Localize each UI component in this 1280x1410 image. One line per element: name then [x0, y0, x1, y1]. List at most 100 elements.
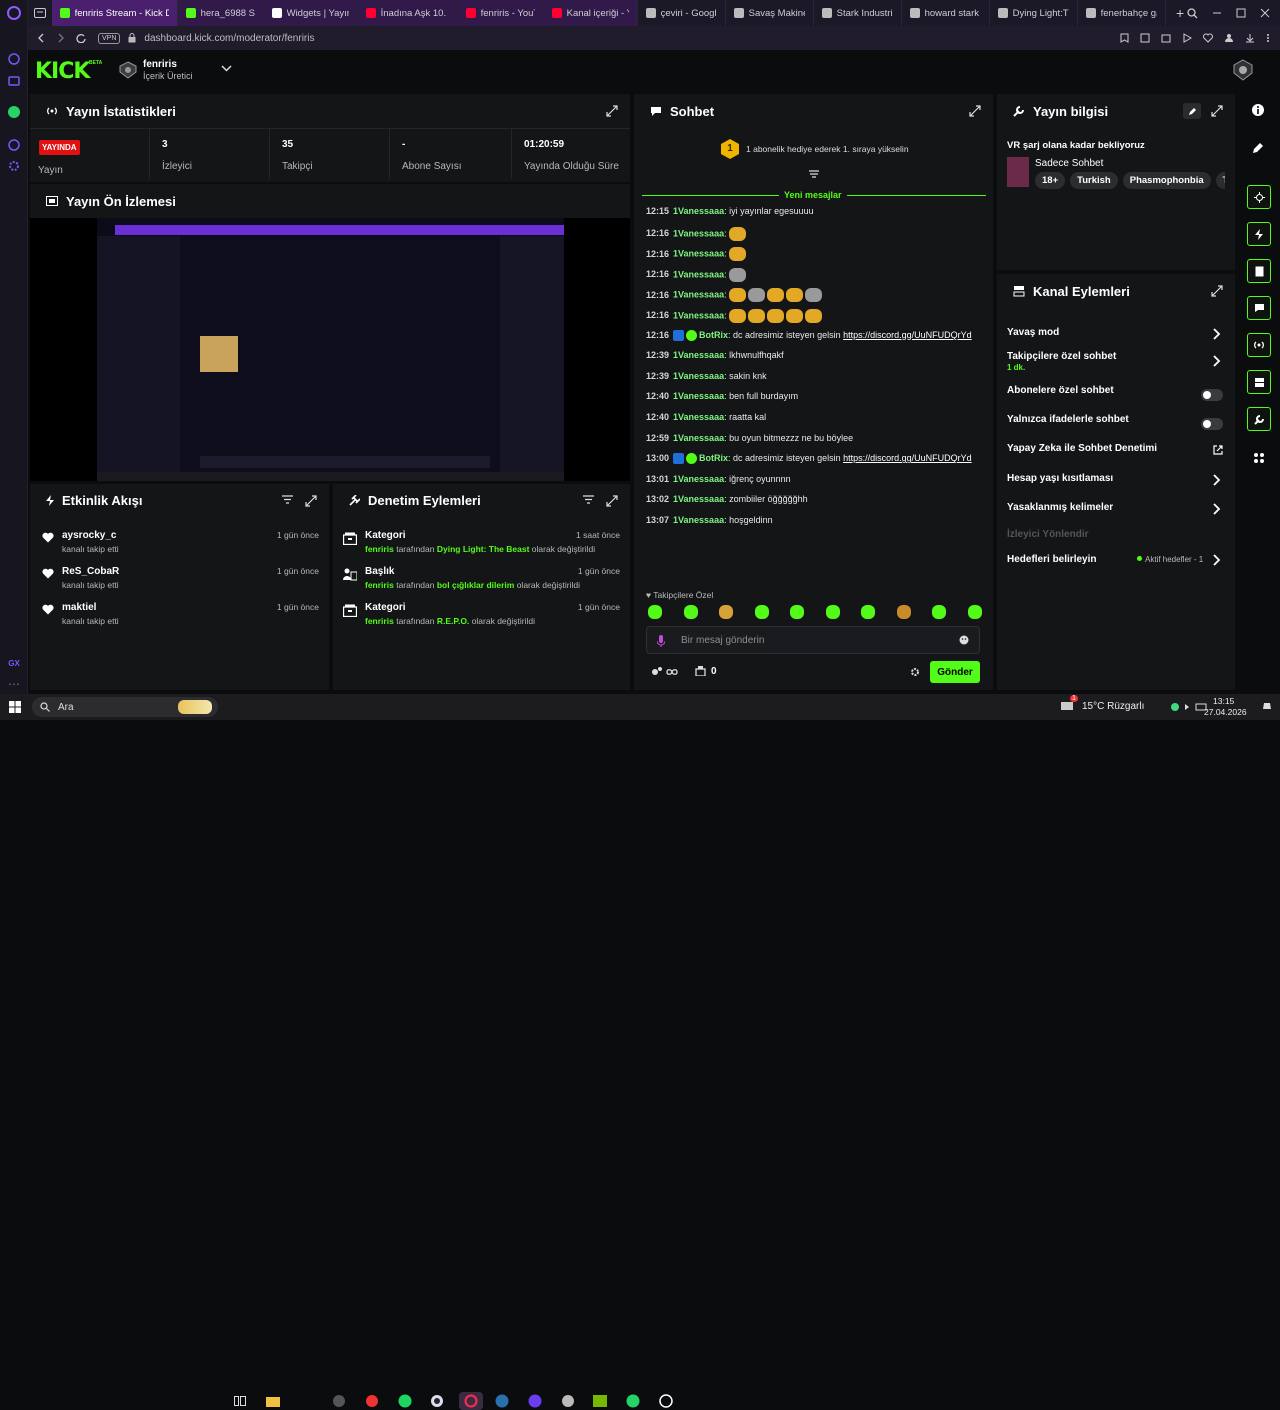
chat-message[interactable]: 12:16 1Vanessaaa: — [646, 226, 748, 241]
snapshot-icon[interactable] — [1161, 33, 1171, 43]
emote-icon[interactable] — [648, 605, 662, 619]
gx-label-icon[interactable]: GX — [6, 655, 22, 671]
browser-tab[interactable]: fenerbahçe gal — [1078, 0, 1166, 26]
aria-icon[interactable] — [6, 51, 22, 67]
activity-item[interactable]: maktiel kanalı takip etti 1 gün önce — [30, 598, 329, 634]
chat-input[interactable]: Bir mesaj gönderin — [646, 626, 980, 654]
chat-username[interactable]: 1Vanessaaa — [673, 371, 724, 381]
new-tab-button[interactable]: + — [1173, 5, 1187, 21]
browser-tab[interactable]: Savaş Makinel — [726, 0, 814, 26]
moderation-user[interactable]: fenriris — [365, 580, 394, 590]
emote-icon[interactable] — [825, 605, 840, 619]
chat-message[interactable]: 12:59 1Vanessaaa: bu oyun bitmezzz ne bu … — [646, 433, 853, 443]
chat-link[interactable]: https://discord.gg/UuNFUDQrYd — [843, 453, 972, 463]
search-tabs-icon[interactable] — [1187, 7, 1198, 19]
minimize-icon[interactable] — [1212, 8, 1222, 18]
spotify-icon[interactable] — [396, 1392, 414, 1410]
browser-tab[interactable]: fenriris - YouTu — [457, 0, 544, 26]
clock-date[interactable]: 27.04.2026 — [1204, 707, 1247, 717]
player-icon[interactable] — [1182, 33, 1192, 43]
filter-icon[interactable] — [282, 495, 293, 504]
kick-logo[interactable]: KICK — [35, 59, 90, 84]
taskbar-search[interactable]: Ara — [32, 697, 218, 717]
opera-gx-icon[interactable] — [459, 1392, 483, 1410]
start-windows-icon[interactable] — [9, 701, 21, 713]
chat-username[interactable]: 1Vanessaaa — [673, 494, 724, 504]
emote-icon[interactable] — [790, 605, 805, 619]
app-icon[interactable] — [428, 1392, 446, 1410]
chat-username[interactable]: 1Vanessaaa — [673, 474, 724, 484]
chat-message[interactable]: 13:00 BotRix: dc adresimiz isteyen gelsin… — [646, 453, 972, 465]
tag-pill[interactable]: 18+ — [1035, 172, 1066, 189]
opera-logo-icon[interactable] — [6, 5, 22, 21]
tool-add-widget-icon[interactable] — [1253, 452, 1265, 464]
expand-icon[interactable] — [1211, 105, 1223, 117]
tool-chat-icon[interactable] — [1247, 296, 1271, 320]
chat-message[interactable]: 13:02 1Vanessaaa: zombiiler öğğğğğhh — [646, 494, 808, 504]
weather-text[interactable]: 15°C Rüzgarlı — [1082, 701, 1144, 712]
activity-user[interactable]: maktiel — [62, 602, 96, 613]
inventory-icon[interactable] — [695, 665, 706, 676]
chat-username[interactable]: 1Vanessaaa — [673, 310, 724, 320]
emote-icon[interactable] — [861, 605, 876, 619]
clock-time[interactable]: 13:15 — [1213, 696, 1234, 706]
emote-icon[interactable] — [683, 605, 698, 619]
tag-pill[interactable]: Phasmophonbia — [1122, 172, 1211, 189]
info-icon[interactable] — [1252, 104, 1264, 116]
chat-username[interactable]: BotRix — [699, 453, 728, 463]
browser-tab[interactable]: İnadına Aşk 10. — [357, 0, 458, 26]
stream-preview-video[interactable] — [30, 218, 630, 481]
download-icon[interactable] — [1245, 33, 1255, 43]
pencil-icon[interactable] — [1252, 142, 1264, 154]
emote-icon[interactable] — [967, 605, 982, 619]
channel-switch-chevron-down-icon[interactable] — [221, 65, 232, 72]
history-icon[interactable] — [6, 137, 22, 153]
nvidia-icon[interactable] — [591, 1392, 609, 1410]
chat-username[interactable]: 1Vanessaaa — [673, 412, 724, 422]
chevron-right-icon[interactable] — [1213, 503, 1223, 515]
chat-username[interactable]: 1Vanessaaa — [673, 433, 724, 443]
chat-message[interactable]: 13:07 1Vanessaaa: hoşgeldinn — [646, 515, 773, 525]
chat-message[interactable]: 12:40 1Vanessaaa: raatta kal — [646, 412, 766, 422]
browser-tab[interactable]: Kanal içeriği - Y — [543, 0, 638, 26]
browser-tab[interactable]: fenriris Stream - Kick Dash — [51, 0, 178, 26]
channel-action-item[interactable]: Yapay Zeka ile Sohbet Denetimi — [1007, 443, 1223, 465]
whatsapp-icon[interactable] — [6, 104, 22, 120]
app-icon[interactable] — [330, 1392, 348, 1410]
maximize-icon[interactable] — [1236, 8, 1246, 18]
chat-message[interactable]: 12:16 1Vanessaaa: — [646, 247, 748, 262]
chat-message[interactable]: 13:01 1Vanessaaa: iğrenç oyunnnn — [646, 474, 791, 484]
moderation-user[interactable]: fenriris — [365, 616, 394, 626]
chat-message[interactable]: 12:16 BotRix: dc adresimiz isteyen gelsin… — [646, 330, 972, 341]
filter-icon[interactable] — [583, 495, 594, 504]
url-text[interactable]: dashboard.kick.com/moderator/fenriris — [144, 33, 314, 44]
channel-action-item[interactable]: Yasaklanmış kelimeler — [1007, 502, 1223, 524]
chat-message[interactable]: 12:39 1Vanessaaa: lkhwnulfhqakf — [646, 350, 784, 360]
tool-crosshair-icon[interactable] — [1247, 185, 1271, 209]
app-icon[interactable] — [559, 1392, 577, 1410]
browser-tab[interactable]: Dying Light:The — [990, 0, 1078, 26]
bookmark-icon[interactable] — [1120, 33, 1129, 43]
goals-chevron-right-icon[interactable] — [1213, 554, 1221, 566]
browser-tab[interactable]: Widgets | Yayın — [263, 0, 358, 26]
chat-settings-gear-icon[interactable] — [910, 667, 920, 677]
emote-icon[interactable] — [754, 605, 769, 619]
chevron-right-icon[interactable] — [1213, 355, 1223, 367]
close-window-icon[interactable] — [1260, 8, 1270, 18]
app-icon[interactable] — [363, 1392, 381, 1410]
profile-icon[interactable] — [1224, 33, 1234, 43]
tool-document-icon[interactable] — [1247, 259, 1271, 283]
chat-message[interactable]: 12:16 1Vanessaaa: — [646, 309, 824, 323]
tab-menu-icon[interactable] — [28, 0, 52, 26]
external-link-icon[interactable] — [1213, 445, 1223, 457]
goals-label[interactable]: Hedefleri belirleyin — [1007, 554, 1096, 565]
moderation-item[interactable]: Kategori fenriris tarafından Dying Light:… — [333, 526, 630, 562]
chat-message[interactable]: 12:40 1Vanessaaa: ben full burdayım — [646, 391, 798, 401]
chatters-icon[interactable] — [651, 666, 679, 678]
channel-action-item[interactable]: Takipçilere özel sohbet 1 dk. — [1007, 351, 1223, 373]
chat-username[interactable]: 1Vanessaaa — [673, 290, 724, 300]
settings-icon[interactable] — [6, 158, 22, 174]
chat-message[interactable]: 12:16 1Vanessaaa: — [646, 267, 748, 282]
chat-message[interactable]: 12:15 1Vanessaaa: iyi yayınlar egesuuuu — [646, 206, 814, 216]
chat-filter-icon[interactable] — [808, 170, 820, 180]
